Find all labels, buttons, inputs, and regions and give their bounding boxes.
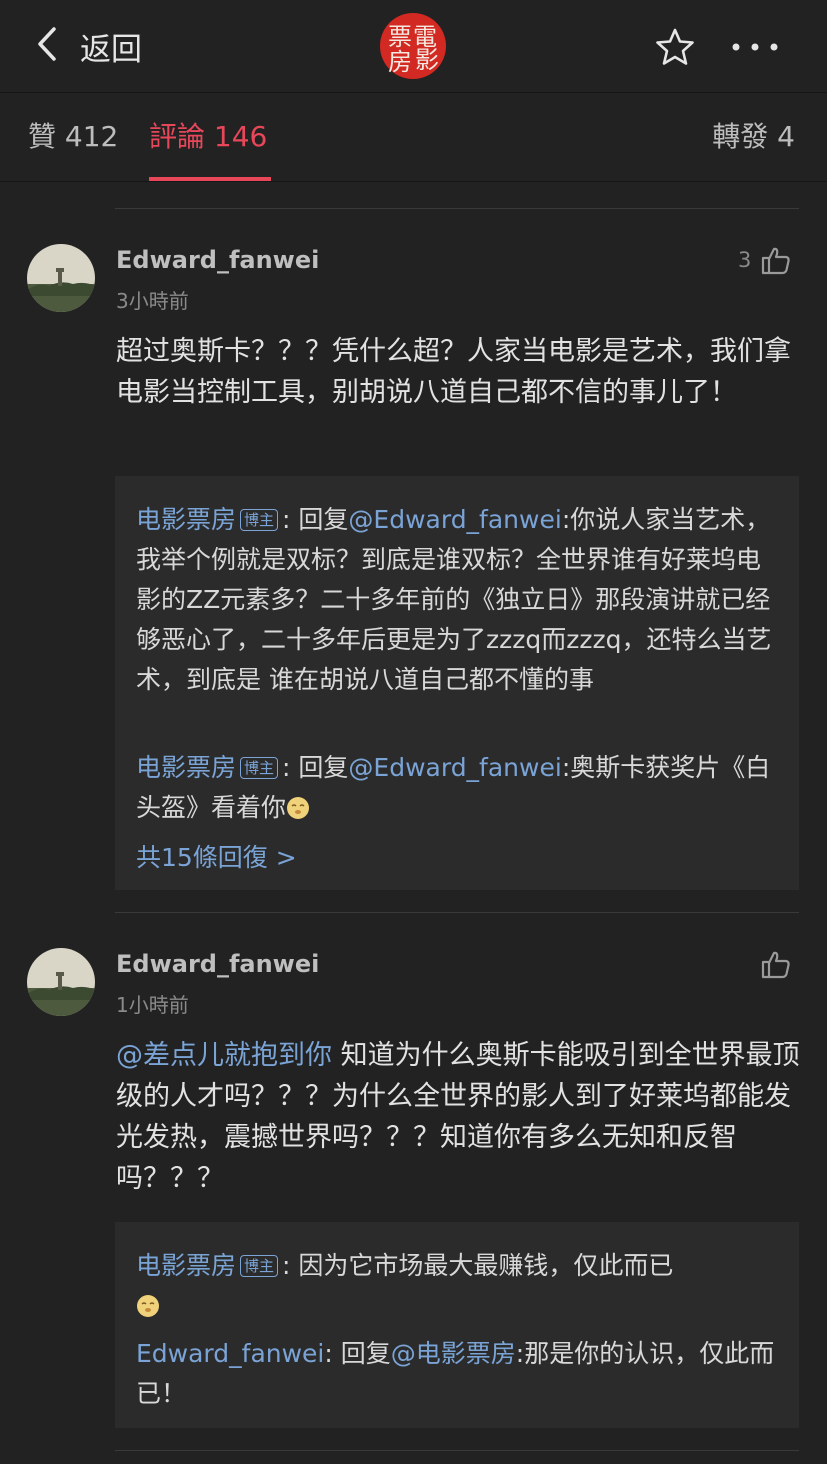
reply-text: 因为它市场最大最赚钱，仅此而已: [298, 1251, 674, 1280]
svg-text:房: 房: [388, 48, 412, 76]
author-badge: 博主: [240, 509, 279, 531]
reply-item: 电影票房 博主: 因为它市场最大最赚钱，仅此而已: [136, 1246, 776, 1326]
top-bar: 返回 電 影 票 房: [0, 0, 827, 92]
like-count: 3: [738, 248, 752, 272]
comment-text: @差点儿就抱到你 知道为什么奥斯卡能吸引到全世界最顶级的人才吗？？？为什么全世界…: [116, 1035, 800, 1199]
comment-time: 1小時前: [116, 993, 189, 1017]
avatar-image: [27, 244, 95, 312]
tab-comments[interactable]: 評論 146: [149, 115, 267, 155]
reply-mention[interactable]: @电影票房: [391, 1339, 516, 1368]
reply-author[interactable]: 电影票房: [136, 753, 236, 782]
reply-prefix: 回复: [298, 505, 349, 534]
reply-item: 电影票房 博主: 回复@Edward_fanwei:你说人家当艺术，我举个例就是双…: [136, 500, 776, 700]
back-button[interactable]: 返回: [80, 24, 142, 69]
divider: [115, 912, 799, 913]
thumbs-up-icon[interactable]: [760, 244, 792, 276]
reply-box[interactable]: 电影票房 博主: 回复@Edward_fanwei:你说人家当艺术，我举个例就是双…: [115, 476, 799, 890]
svg-text:票: 票: [388, 23, 412, 51]
author-badge: 博主: [240, 1255, 279, 1277]
logo-seal: 電 影 票 房: [388, 23, 439, 76]
avatar-image: [27, 948, 95, 1016]
avatar[interactable]: [27, 244, 95, 312]
comment-mention[interactable]: @差点儿就抱到你: [116, 1040, 332, 1071]
divider: [115, 208, 799, 209]
reply-separator: :: [282, 753, 299, 782]
reply-separator: :: [282, 1251, 299, 1280]
doge-emoji-icon: [136, 1294, 160, 1318]
thumbs-up-icon[interactable]: [760, 948, 792, 980]
comment-time: 3小時前: [116, 289, 189, 313]
reply-item: 电影票房 博主: 回复@Edward_fanwei:奥斯卡获奖片《白头盔》看着你: [136, 748, 776, 828]
reply-separator: :: [324, 1339, 341, 1368]
more-icon[interactable]: [730, 37, 780, 57]
avatar[interactable]: [27, 948, 95, 1016]
reply-author[interactable]: Edward_fanwei: [136, 1339, 324, 1368]
reply-item: Edward_fanwei: 回复@电影票房:那是你的认识，仅此而已！: [136, 1334, 776, 1414]
reply-separator: :: [282, 505, 299, 534]
channel-logo[interactable]: 電 影 票 房: [380, 13, 446, 79]
more-replies-link[interactable]: 共15條回復 >: [136, 838, 297, 874]
reply-mention[interactable]: @Edward_fanwei: [348, 505, 561, 534]
svg-text:影: 影: [415, 46, 439, 74]
doge-emoji-icon: [286, 796, 310, 820]
reply-box[interactable]: 电影票房 博主: 因为它市场最大最赚钱，仅此而已 Edward_fanwei: 回…: [115, 1222, 799, 1428]
chevron-left-icon[interactable]: [34, 26, 62, 62]
active-tab-indicator: [149, 177, 271, 181]
tab-reposts[interactable]: 轉發 4: [712, 115, 795, 155]
comment-text: 超过奥斯卡？？？凭什么超？人家当电影是艺术，我们拿电影当控制工具，别胡说八道自己…: [116, 336, 791, 408]
reply-author[interactable]: 电影票房: [136, 505, 236, 534]
reply-prefix: 回复: [340, 1339, 391, 1368]
comment-username[interactable]: Edward_fanwei: [116, 950, 319, 978]
comment-username[interactable]: Edward_fanwei: [116, 246, 319, 274]
reply-author[interactable]: 电影票房: [136, 1251, 236, 1280]
author-badge: 博主: [240, 757, 279, 779]
tab-bar: 贊 412 評論 146 轉發 4: [0, 92, 827, 182]
star-icon[interactable]: [655, 27, 695, 67]
reply-prefix: 回复: [298, 753, 349, 782]
reply-mention[interactable]: @Edward_fanwei: [348, 753, 561, 782]
divider: [115, 1450, 799, 1451]
tab-likes[interactable]: 贊 412: [28, 115, 118, 155]
